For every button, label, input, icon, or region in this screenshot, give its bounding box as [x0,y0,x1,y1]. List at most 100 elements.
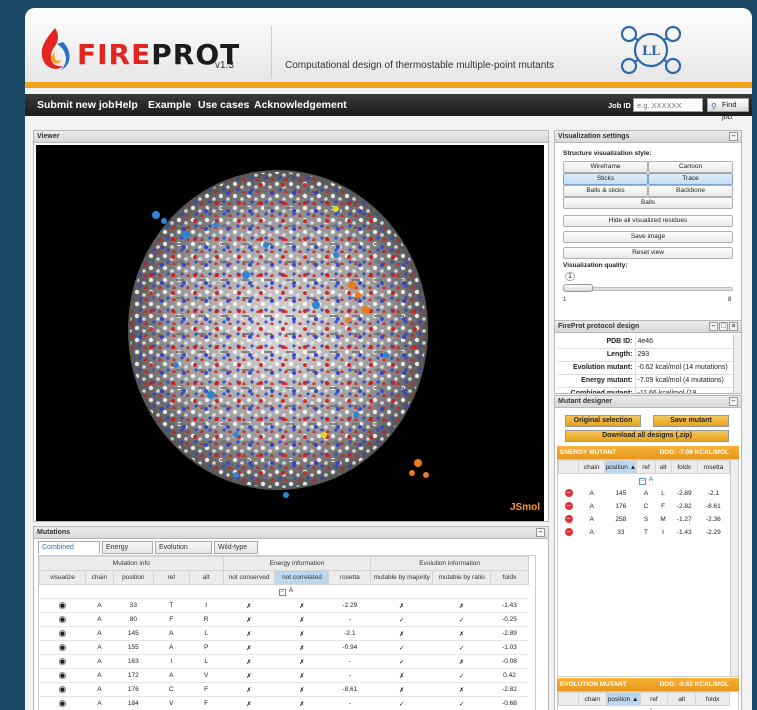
col-not-correlated[interactable]: not correlated [274,570,330,585]
col-chain[interactable]: chain [577,692,607,706]
protocol-scrollbar[interactable] [733,335,741,393]
col-position-sorted[interactable]: position ▲ [605,692,641,706]
table-row[interactable]: ◉ A 172 A V ✗ ✗ - ✗ ✓ 0.42 [39,668,529,683]
loschmidt-lab-logo-icon: LL [620,25,682,75]
table-row[interactable]: ◉ A 80 F R ✗ ✗ - ✓ ✓ -0.25 [39,612,529,627]
visualize-eye-icon[interactable]: ◉ [39,640,86,655]
eye-icon[interactable]: ◉ [59,642,67,652]
style-balls-button[interactable]: Balls [563,197,733,209]
remove-mutation-cell[interactable]: – [559,526,579,539]
cell-alt: V [189,668,224,683]
col-mutable-by-ratio[interactable]: mutable by ratio [432,570,491,585]
eye-icon[interactable]: ◉ [59,670,67,680]
col-chain[interactable]: chain [84,570,114,585]
col-ref[interactable]: ref [152,570,190,585]
collapse-group-icon[interactable]: – [278,589,286,596]
remove-mutation-cell[interactable]: – [559,513,579,526]
save-image-button[interactable]: Save image [563,231,733,243]
eye-icon[interactable]: ◉ [59,600,67,610]
minimize-icon[interactable]: – [709,322,718,331]
col-position[interactable]: position [112,570,154,585]
original-selection-button[interactable]: Original selection [565,415,641,427]
nav-acknowledgement[interactable]: Acknowledgement [254,99,347,111]
table-row[interactable]: ◉ A 184 V F ✗ ✗ - ✓ ✓ -0.68 [39,696,529,710]
molecule-viewer-canvas[interactable]: JSmol [36,145,544,521]
energy-table-scrollbar[interactable] [730,460,738,676]
col-mutable-by-majority[interactable]: mutable by majority [370,570,434,585]
eye-icon[interactable]: ◉ [59,628,67,638]
col-position-sorted[interactable]: position ▲ [604,460,638,474]
style-sticks-button[interactable]: Sticks [563,173,648,185]
nav-use-cases[interactable]: Use cases [198,99,249,111]
collapse-group-icon[interactable]: – [638,477,646,485]
visualize-eye-icon[interactable]: ◉ [39,612,86,627]
nav-submit-new-job[interactable]: Submit new job [37,99,115,111]
nav-example[interactable]: Example [148,99,191,111]
chain-group-row[interactable]: –A [559,474,730,487]
tab-combined-mutant[interactable]: Combined mutant [38,541,100,562]
collapse-icon[interactable]: – [729,397,738,406]
eye-icon[interactable]: ◉ [59,684,67,694]
save-mutant-button[interactable]: Save mutant [653,415,729,427]
style-cartoon-button[interactable]: Cartoon [648,161,733,173]
visualize-eye-icon[interactable]: ◉ [39,598,86,613]
col-foldx[interactable]: foldx [695,692,730,706]
visualize-eye-icon[interactable]: ◉ [39,668,86,683]
col-ref[interactable]: ref [636,460,656,474]
table-row[interactable]: ◉ A 176 C F ✗ ✗ -8.61 ✗ ✗ -2.82 [39,682,529,697]
nav-help[interactable]: Help [115,99,138,111]
col-alt[interactable]: alt [188,570,224,585]
close-icon[interactable]: × [729,322,738,331]
tab-energy-mutant[interactable]: Energy mutant [102,541,153,562]
reset-view-button[interactable]: Reset view [563,247,733,259]
tab-wild-type[interactable]: Wild-type [214,541,258,554]
find-job-button[interactable]: ⚲ Find job [707,98,749,121]
collapse-icon[interactable]: – [536,528,545,537]
remove-icon[interactable]: – [564,528,573,536]
col-rosetta[interactable]: rosetta [696,460,731,474]
visualize-eye-icon[interactable]: ◉ [39,626,86,641]
col-alt[interactable]: alt [667,692,697,706]
visualize-eye-icon[interactable]: ◉ [39,682,86,697]
remove-mutation-cell[interactable]: – [559,487,579,500]
style-wireframe-button[interactable]: Wireframe [563,161,648,173]
table-row[interactable]: ◉ A 145 A L ✗ ✗ -2.1 ✗ ✗ -2.89 [39,626,529,641]
remove-icon[interactable]: – [564,489,573,497]
hide-residues-button[interactable]: Hide all visualized residues [563,215,733,227]
table-row[interactable]: – A 176 C F -2.82 -8.61 [559,500,730,513]
table-row[interactable]: ◉ A 33 T I ✗ ✗ -2.29 ✗ ✗ -1.43 [39,598,529,613]
col-alt[interactable]: alt [654,460,672,474]
col-foldx[interactable]: foldx [670,460,698,474]
style-balls-sticks-button[interactable]: Balls & sticks [563,185,648,197]
tab-evolution-mutant[interactable]: Evolution mutant [155,541,212,562]
table-row[interactable]: – A 33 T I -1.43 -2.29 [559,526,730,539]
col-foldx[interactable]: foldx [490,570,529,585]
collapse-icon[interactable]: – [729,132,738,141]
col-chain[interactable]: chain [578,460,606,474]
table-row[interactable]: – A 258 S M -1.27 -2.36 [559,513,730,526]
eye-icon[interactable]: ◉ [59,698,67,708]
visualize-eye-icon[interactable]: ◉ [39,654,86,669]
col-ref[interactable]: ref [639,692,669,706]
download-all-button[interactable]: Download all designs (.zip) [565,430,729,442]
table-row[interactable]: ◉ A 155 A P ✗ ✗ -0.94 ✓ ✓ -1.03 [39,640,529,655]
eye-icon[interactable]: ◉ [59,614,67,624]
remove-icon[interactable]: – [564,515,573,523]
remove-icon[interactable]: – [564,502,573,510]
visualize-eye-icon[interactable]: ◉ [39,696,86,710]
table-row[interactable]: – A 145 A L -2.89 -2.1 [559,487,730,500]
remove-mutation-cell[interactable]: – [559,500,579,513]
chain-group-row[interactable]: –A [39,584,529,599]
col-not-conserved[interactable]: not conserved [222,570,276,585]
maximize-icon[interactable]: □ [719,322,728,331]
col-rosetta[interactable]: rosetta [328,570,372,585]
style-trace-button[interactable]: Trace [648,173,733,185]
chain-group-row[interactable]: –A [559,706,730,710]
job-id-input[interactable] [633,98,703,112]
style-backbone-button[interactable]: Backbone [648,185,733,197]
quality-slider-handle[interactable] [563,284,593,292]
col-visualize[interactable]: visualize [39,570,86,585]
table-row[interactable]: ◉ A 163 I L ✗ ✗ - ✓ ✗ -0.08 [39,654,529,669]
cell-foldx: -1.03 [490,640,529,655]
eye-icon[interactable]: ◉ [59,656,67,666]
